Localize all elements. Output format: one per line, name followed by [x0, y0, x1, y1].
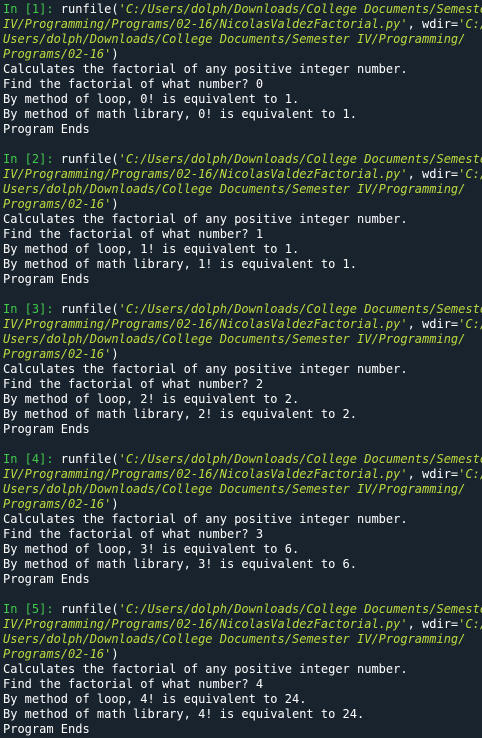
output-line: By method of loop, 0! is equivalent to 1…	[3, 92, 300, 106]
output-line: By method of loop, 1! is equivalent to 1…	[3, 242, 300, 256]
string-literal: 'C:/	[458, 17, 482, 31]
output-line: Find the factorial of what number? 3	[3, 527, 264, 541]
input-line: Users/dolph/Downloads/College Documents/…	[3, 482, 482, 497]
code-token: )	[111, 47, 119, 61]
string-literal: 'C:/	[458, 467, 482, 481]
string-literal: 'C:/Users/dolph/Downloads/College Docume…	[118, 2, 482, 16]
ipython-console[interactable]: In [1]: runfile('C:/Users/dolph/Download…	[0, 0, 482, 738]
code-token: runfile(	[60, 602, 119, 616]
string-literal: 'C:/Users/dolph/Downloads/College Docume…	[118, 152, 482, 166]
code-token: )	[111, 197, 119, 211]
code-token: runfile(	[60, 152, 119, 166]
string-literal: IV/Programming/Programs/02-16/NicolasVal…	[3, 617, 408, 631]
code-token: , wdir=	[407, 17, 459, 31]
output-line: Calculates the factorial of any positive…	[3, 62, 408, 76]
string-literal: Programs/02-16'	[3, 647, 112, 661]
string-literal: Users/dolph/Downloads/College Documents/…	[3, 332, 466, 346]
output-line: By method of loop, 4! is equivalent to 2…	[3, 692, 307, 706]
output-line: Calculates the factorial of any positive…	[3, 212, 408, 226]
console-cell: In [2]: runfile('C:/Users/dolph/Download…	[3, 152, 482, 287]
output-line: By method of math library, 2! is equival…	[3, 407, 358, 421]
output-line: By method of loop, 3! is equivalent to 6…	[3, 542, 300, 556]
input-line: Programs/02-16')	[3, 47, 482, 62]
input-line: In [5]: runfile('C:/Users/dolph/Download…	[3, 602, 482, 617]
code-token: , wdir=	[407, 467, 459, 481]
output-line: By method of math library, 1! is equival…	[3, 257, 358, 271]
string-literal: 'C:/	[458, 167, 482, 181]
input-line: In [3]: runfile('C:/Users/dolph/Download…	[3, 302, 482, 317]
string-literal: IV/Programming/Programs/02-16/NicolasVal…	[3, 317, 408, 331]
string-literal: Users/dolph/Downloads/College Documents/…	[3, 632, 466, 646]
code-token: , wdir=	[407, 167, 459, 181]
code-token: )	[111, 497, 119, 511]
output-line: Calculates the factorial of any positive…	[3, 512, 408, 526]
console-cell: In [1]: runfile('C:/Users/dolph/Download…	[3, 2, 482, 137]
string-literal: Users/dolph/Downloads/College Documents/…	[3, 482, 466, 496]
string-literal: Programs/02-16'	[3, 347, 112, 361]
output-line: By method of math library, 4! is equival…	[3, 707, 365, 721]
code-token: runfile(	[60, 302, 119, 316]
input-line: IV/Programming/Programs/02-16/NicolasVal…	[3, 17, 482, 32]
output-line: Calculates the factorial of any positive…	[3, 362, 408, 376]
output-line: By method of math library, 0! is equival…	[3, 107, 358, 121]
code-token: )	[111, 647, 119, 661]
string-literal: Programs/02-16'	[3, 47, 112, 61]
output-line: Calculates the factorial of any positive…	[3, 662, 408, 676]
input-line: Programs/02-16')	[3, 197, 482, 212]
output-line: By method of loop, 2! is equivalent to 2…	[3, 392, 300, 406]
output-line: By method of math library, 3! is equival…	[3, 557, 358, 571]
input-line: In [1]: runfile('C:/Users/dolph/Download…	[3, 2, 482, 17]
input-line: Users/dolph/Downloads/College Documents/…	[3, 32, 482, 47]
output-line: Program Ends	[3, 122, 90, 136]
output-line: Program Ends	[3, 272, 90, 286]
console-cell: In [5]: runfile('C:/Users/dolph/Download…	[3, 602, 482, 737]
console-cell: In [3]: runfile('C:/Users/dolph/Download…	[3, 302, 482, 437]
string-literal: Programs/02-16'	[3, 497, 112, 511]
string-literal: 'C:/Users/dolph/Downloads/College Docume…	[118, 302, 482, 316]
output-line: Find the factorial of what number? 2	[3, 377, 264, 391]
string-literal: IV/Programming/Programs/02-16/NicolasVal…	[3, 17, 408, 31]
input-prompt: In [2]:	[3, 152, 61, 166]
input-line: IV/Programming/Programs/02-16/NicolasVal…	[3, 467, 482, 482]
input-line: IV/Programming/Programs/02-16/NicolasVal…	[3, 617, 482, 632]
input-line: IV/Programming/Programs/02-16/NicolasVal…	[3, 317, 482, 332]
output-line: Program Ends	[3, 722, 90, 736]
input-line: Users/dolph/Downloads/College Documents/…	[3, 182, 482, 197]
input-prompt: In [5]:	[3, 602, 61, 616]
output-line: Find the factorial of what number? 0	[3, 77, 264, 91]
output-line: Program Ends	[3, 422, 90, 436]
code-token: )	[111, 347, 119, 361]
input-prompt: In [1]:	[3, 2, 61, 16]
input-line: Users/dolph/Downloads/College Documents/…	[3, 332, 482, 347]
input-line: In [2]: runfile('C:/Users/dolph/Download…	[3, 152, 482, 167]
input-line: Users/dolph/Downloads/College Documents/…	[3, 632, 482, 647]
string-literal: 'C:/	[458, 317, 482, 331]
output-line: Find the factorial of what number? 4	[3, 677, 264, 691]
input-line: In [4]: runfile('C:/Users/dolph/Download…	[3, 452, 482, 467]
input-line: Programs/02-16')	[3, 647, 482, 662]
output-line: Program Ends	[3, 572, 90, 586]
code-token: runfile(	[60, 452, 119, 466]
console-cell: In [4]: runfile('C:/Users/dolph/Download…	[3, 452, 482, 587]
string-literal: Users/dolph/Downloads/College Documents/…	[3, 32, 466, 46]
input-line: Programs/02-16')	[3, 347, 482, 362]
output-line: Find the factorial of what number? 1	[3, 227, 264, 241]
string-literal: IV/Programming/Programs/02-16/NicolasVal…	[3, 467, 408, 481]
input-line: IV/Programming/Programs/02-16/NicolasVal…	[3, 167, 482, 182]
string-literal: Users/dolph/Downloads/College Documents/…	[3, 182, 466, 196]
code-token: , wdir=	[407, 617, 459, 631]
input-prompt: In [3]:	[3, 302, 61, 316]
string-literal: 'C:/	[458, 617, 482, 631]
code-token: runfile(	[60, 2, 119, 16]
string-literal: 'C:/Users/dolph/Downloads/College Docume…	[118, 602, 482, 616]
input-line: Programs/02-16')	[3, 497, 482, 512]
string-literal: Programs/02-16'	[3, 197, 112, 211]
string-literal: IV/Programming/Programs/02-16/NicolasVal…	[3, 167, 408, 181]
code-token: , wdir=	[407, 317, 459, 331]
input-prompt: In [4]:	[3, 452, 61, 466]
string-literal: 'C:/Users/dolph/Downloads/College Docume…	[118, 452, 482, 466]
